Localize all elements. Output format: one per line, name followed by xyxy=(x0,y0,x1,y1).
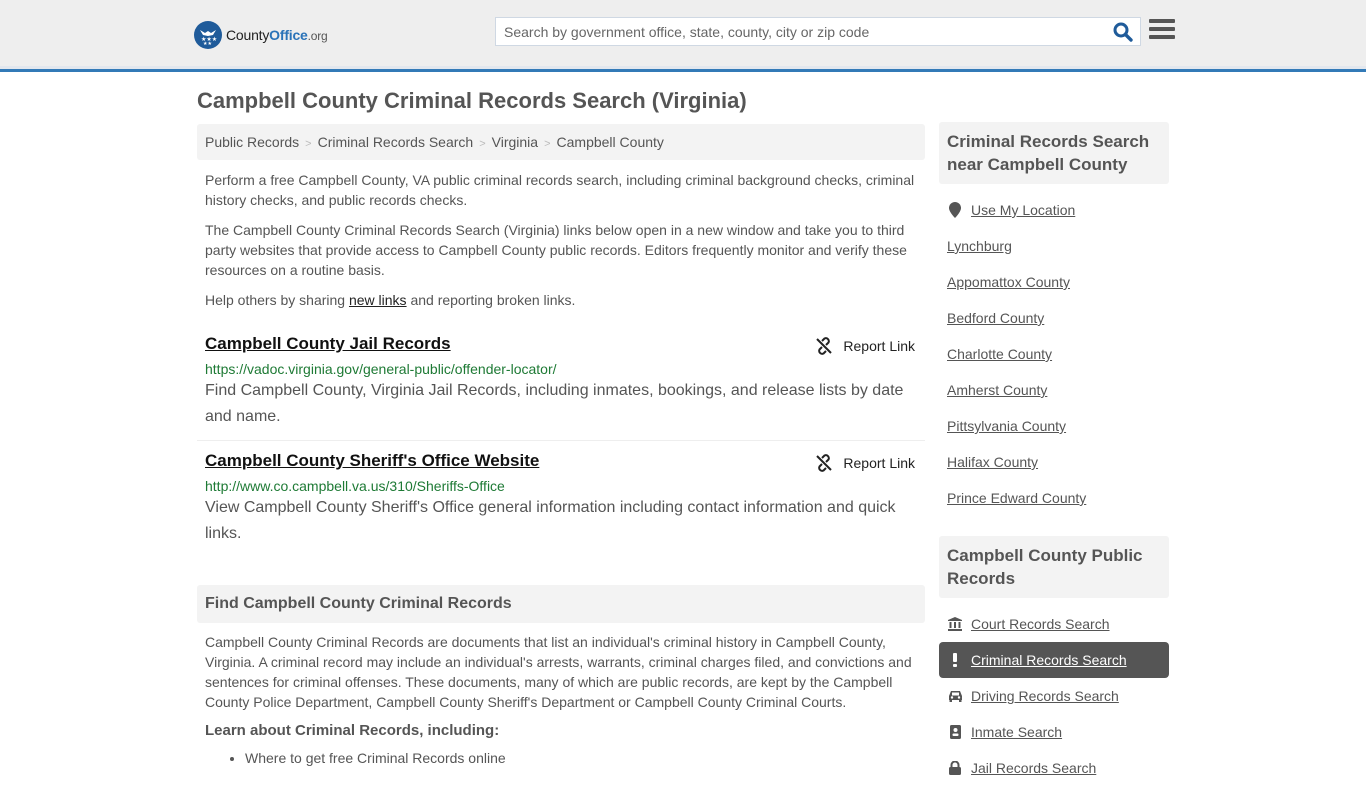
intro-paragraph-2: The Campbell County Criminal Records Sea… xyxy=(205,222,907,278)
public-records-item-inmate[interactable]: Inmate Search xyxy=(939,714,1169,750)
use-my-location-link[interactable]: Use My Location xyxy=(971,202,1075,218)
search-input[interactable] xyxy=(496,18,1106,45)
nearby-item-charlotte-county[interactable]: Charlotte County xyxy=(939,336,1169,372)
learn-heading: Learn about Criminal Records, including: xyxy=(205,722,500,739)
link-url[interactable]: https://vadoc.virginia.gov/general-publi… xyxy=(205,360,917,378)
site-header: ★★★ ★★ CountyOffice.org xyxy=(0,0,1366,72)
map-marker-icon xyxy=(947,202,963,218)
public-records-heading: Campbell County Public Records xyxy=(939,536,1169,598)
nearby-item-appomattox-county[interactable]: Appomattox County xyxy=(939,264,1169,300)
link-description: Find Campbell County, Virginia Jail Reco… xyxy=(205,382,904,425)
find-section-paragraph: Campbell County Criminal Records are doc… xyxy=(205,634,912,710)
link-title[interactable]: Campbell County Jail Records xyxy=(205,334,451,354)
sidebar: Criminal Records Search near Campbell Co… xyxy=(939,122,1169,786)
intro: Perform a free Campbell County, VA publi… xyxy=(197,170,925,310)
public-records-item-criminal[interactable]: Criminal Records Search xyxy=(939,642,1169,678)
nearby-item-lynchburg[interactable]: Lynchburg xyxy=(939,228,1169,264)
nearby-list: Use My Location Lynchburg Appomattox Cou… xyxy=(939,192,1169,516)
intro-paragraph-1: Perform a free Campbell County, VA publi… xyxy=(205,172,915,208)
lock-icon xyxy=(947,761,963,775)
logo-wordmark: CountyOffice.org xyxy=(226,27,328,43)
public-records-item-court[interactable]: Court Records Search xyxy=(939,606,1169,642)
link-title[interactable]: Campbell County Sheriff's Office Website xyxy=(205,451,539,471)
exclamation-icon xyxy=(947,653,963,667)
page-title: Campbell County Criminal Records Search … xyxy=(197,88,747,113)
header-band xyxy=(0,66,1366,69)
breadcrumb-public-records[interactable]: Public Records xyxy=(205,134,299,150)
public-records-item-jail[interactable]: Jail Records Search xyxy=(939,750,1169,786)
public-records-item-driving[interactable]: Driving Records Search xyxy=(939,678,1169,714)
nearby-heading: Criminal Records Search near Campbell Co… xyxy=(939,122,1169,184)
nearby-item-bedford-county[interactable]: Bedford County xyxy=(939,300,1169,336)
report-link-button[interactable]: Report Link xyxy=(815,337,915,355)
intro-paragraph-3: Help others by sharing new links and rep… xyxy=(205,292,576,308)
svg-text:★★: ★★ xyxy=(203,41,212,46)
link-description: View Campbell County Sheriff's Office ge… xyxy=(205,499,896,542)
logo-eagle-icon: ★★★ ★★ xyxy=(194,21,222,49)
breadcrumb-separator: > xyxy=(544,138,551,150)
public-records-list: Court Records Search Criminal Records Se… xyxy=(939,606,1169,786)
link-url[interactable]: http://www.co.campbell.va.us/310/Sheriff… xyxy=(205,477,917,495)
hamburger-menu-icon xyxy=(1149,19,1175,23)
breadcrumb-separator: > xyxy=(479,138,486,150)
breadcrumb-separator: > xyxy=(305,138,312,150)
nearby-item-pittsylvania-county[interactable]: Pittsylvania County xyxy=(939,408,1169,444)
link-card: Campbell County Sheriff's Office Website… xyxy=(197,441,925,557)
main-content: Perform a free Campbell County, VA publi… xyxy=(197,170,925,557)
nearby-item-prince-edward-county[interactable]: Prince Edward County xyxy=(939,480,1169,516)
breadcrumb: Public Records > Criminal Records Search > V… xyxy=(197,124,925,160)
nearby-item-amherst-county[interactable]: Amherst County xyxy=(939,372,1169,408)
car-icon xyxy=(947,690,963,702)
broken-link-icon xyxy=(816,337,833,355)
learn-list: Where to get free Criminal Records onlin… xyxy=(205,749,917,767)
search-button[interactable] xyxy=(1112,21,1134,43)
breadcrumb-criminal-records-search[interactable]: Criminal Records Search xyxy=(318,134,474,150)
report-link-button[interactable]: Report Link xyxy=(815,454,915,472)
search-icon xyxy=(1113,22,1133,42)
nearby-item-halifax-county[interactable]: Halifax County xyxy=(939,444,1169,480)
courthouse-icon xyxy=(947,617,963,631)
breadcrumb-virginia[interactable]: Virginia xyxy=(492,134,538,150)
broken-link-icon xyxy=(816,454,833,472)
find-section-heading: Find Campbell County Criminal Records xyxy=(197,585,925,623)
breadcrumb-campbell-county[interactable]: Campbell County xyxy=(557,134,664,150)
logo-link[interactable]: ★★★ ★★ CountyOffice.org xyxy=(194,21,328,49)
id-badge-icon xyxy=(947,725,963,739)
find-section-body: Campbell County Criminal Records are doc… xyxy=(197,632,925,767)
use-my-location-item[interactable]: Use My Location xyxy=(939,192,1169,228)
learn-list-item: Where to get free Criminal Records onlin… xyxy=(245,749,917,767)
new-links-link[interactable]: new links xyxy=(349,292,407,308)
search-bar xyxy=(495,17,1141,46)
link-card: Campbell County Jail Records Report Link… xyxy=(197,324,925,441)
hamburger-menu-button[interactable] xyxy=(1149,19,1175,43)
